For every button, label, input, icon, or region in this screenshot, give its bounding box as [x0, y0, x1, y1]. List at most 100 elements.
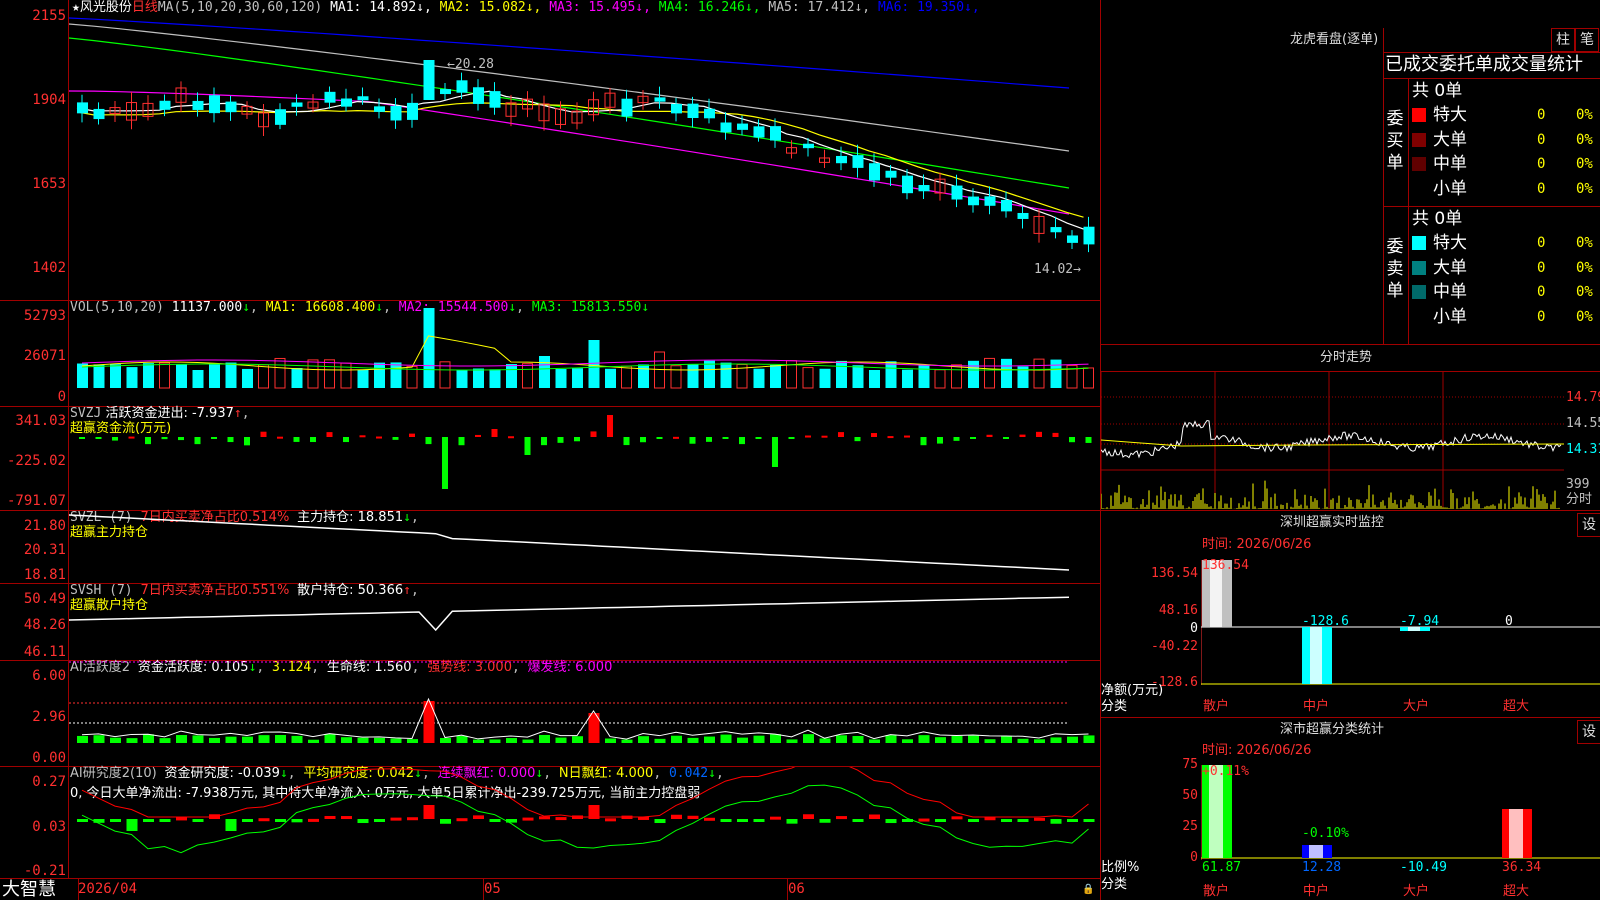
- sc-stats-title: 深市超赢分类统计: [1280, 722, 1385, 737]
- volume-chart[interactable]: [69, 301, 1100, 406]
- volume-bar: [423, 308, 435, 388]
- fs-axis-tick: 399: [1566, 477, 1590, 492]
- ma-value: MA6: 19.350↓,: [870, 0, 980, 15]
- activity-bar: [1001, 735, 1012, 743]
- activity-bar: [869, 739, 880, 743]
- category-label: 超大: [1503, 699, 1530, 714]
- candle: [473, 87, 484, 104]
- brand-logo: 大智慧: [2, 879, 56, 900]
- activity-bar: [390, 738, 402, 743]
- order-total: 共 0单: [1412, 209, 1463, 229]
- flow-bar: [376, 436, 382, 439]
- order-count: 0: [1537, 235, 1546, 251]
- fs-axis-tick: 14.31: [1566, 442, 1600, 457]
- activity-bar: [918, 735, 930, 743]
- lock-icon[interactable]: 🔒: [1082, 882, 1094, 898]
- research-bar: [704, 817, 715, 821]
- svsh-chart[interactable]: [69, 584, 1100, 660]
- flow-bar: [178, 437, 184, 441]
- sc-stats-chart[interactable]: [1201, 765, 1600, 860]
- activity-bar: [951, 735, 963, 743]
- flow-bar: [277, 436, 283, 439]
- order-percent: 0%: [1576, 235, 1593, 251]
- volume-bar: [390, 362, 402, 388]
- category-label: 中户: [1303, 884, 1330, 899]
- research-bar: [473, 815, 484, 819]
- activity-bar: [720, 734, 732, 743]
- price-chart[interactable]: [69, 16, 1100, 300]
- candle: [918, 185, 930, 192]
- tick-mode-button[interactable]: 笔: [1575, 28, 1599, 52]
- volume-bar: [274, 357, 286, 389]
- ai1-chart[interactable]: [69, 661, 1100, 766]
- intraday-chart[interactable]: [1101, 372, 1564, 509]
- buy-orders-block: 委买单共 0单 特大 0 0% 大单 0 0% 中单 0 0% 小单 0 0%: [1383, 78, 1600, 206]
- ai2-chart[interactable]: [69, 767, 1100, 878]
- volume-bar: [473, 368, 484, 388]
- candle: [291, 102, 303, 107]
- svzj-chart[interactable]: [69, 407, 1100, 510]
- ma-label: MA(5,10,20,30,60,120): [157, 0, 323, 15]
- settings-button[interactable]: 设: [1577, 513, 1600, 537]
- candle: [704, 108, 715, 119]
- candle: [951, 185, 963, 200]
- settings-button[interactable]: 设: [1577, 720, 1600, 744]
- research-bar: [918, 818, 930, 822]
- research-bar: [1083, 819, 1095, 822]
- research-bar: [654, 819, 666, 824]
- activity-bar: [473, 739, 484, 743]
- price-high-annotation: ←20.28: [447, 57, 494, 72]
- flow-bar: [95, 437, 102, 439]
- volume-bar: [456, 369, 468, 388]
- flow-bar: [442, 437, 448, 489]
- research-bar: [225, 819, 237, 831]
- candle: [423, 60, 435, 100]
- activity-bar: [902, 739, 913, 743]
- research-bar: [951, 816, 963, 820]
- vol-axis-tick: 0: [57, 389, 66, 405]
- order-count: 0: [1537, 308, 1546, 325]
- lhb-title: 龙虎看盘(逐单): [1290, 32, 1379, 47]
- date-tick: 2026/04: [78, 881, 138, 897]
- candle: [407, 102, 418, 120]
- divider: [1100, 717, 1600, 718]
- svzl-chart[interactable]: [69, 511, 1100, 583]
- flow-bar: [821, 435, 828, 438]
- candle: [374, 106, 385, 112]
- candle: [159, 100, 171, 110]
- flow-bar: [805, 435, 811, 438]
- flow-bar: [475, 434, 481, 437]
- volume-bar: [968, 360, 979, 388]
- volume-bar: [852, 365, 864, 388]
- star-icon[interactable]: ★: [72, 0, 80, 15]
- order-total: 共 0单: [1412, 81, 1463, 101]
- flow-bar: [409, 433, 415, 437]
- activity-bar: [176, 735, 187, 743]
- activity-line: [81, 697, 1089, 740]
- stock-name[interactable]: 风光股份: [80, 0, 132, 15]
- svsh-axis-tick: 50.49: [23, 591, 66, 607]
- ai2-axis-tick: -0.21: [23, 863, 66, 879]
- sz-value: -128.6: [1302, 614, 1349, 629]
- sz-value: -7.94: [1400, 614, 1440, 629]
- sc-value: 61.87: [1202, 860, 1242, 875]
- research-bar: [605, 818, 616, 822]
- flow-bar: [887, 436, 894, 439]
- candle: [671, 103, 682, 114]
- sc-bar-shine: [1509, 809, 1523, 858]
- order-percent: 0%: [1576, 284, 1593, 300]
- volume-bar: [819, 368, 831, 388]
- category-label: 散户: [1203, 884, 1230, 899]
- research-bar: [968, 819, 979, 822]
- activity-bar: [984, 739, 996, 743]
- bar-mode-button[interactable]: 柱: [1551, 28, 1575, 52]
- volume-bar: [885, 361, 897, 388]
- flow-bar: [656, 437, 663, 439]
- activity-bar: [209, 737, 220, 743]
- ma-value: MA2: 15.082↓,: [431, 0, 542, 15]
- volume-bar: [126, 367, 138, 388]
- period-label[interactable]: 日线: [132, 0, 158, 15]
- ma-line: [69, 17, 1070, 89]
- flow-bar: [1052, 432, 1059, 437]
- candle: [984, 196, 996, 206]
